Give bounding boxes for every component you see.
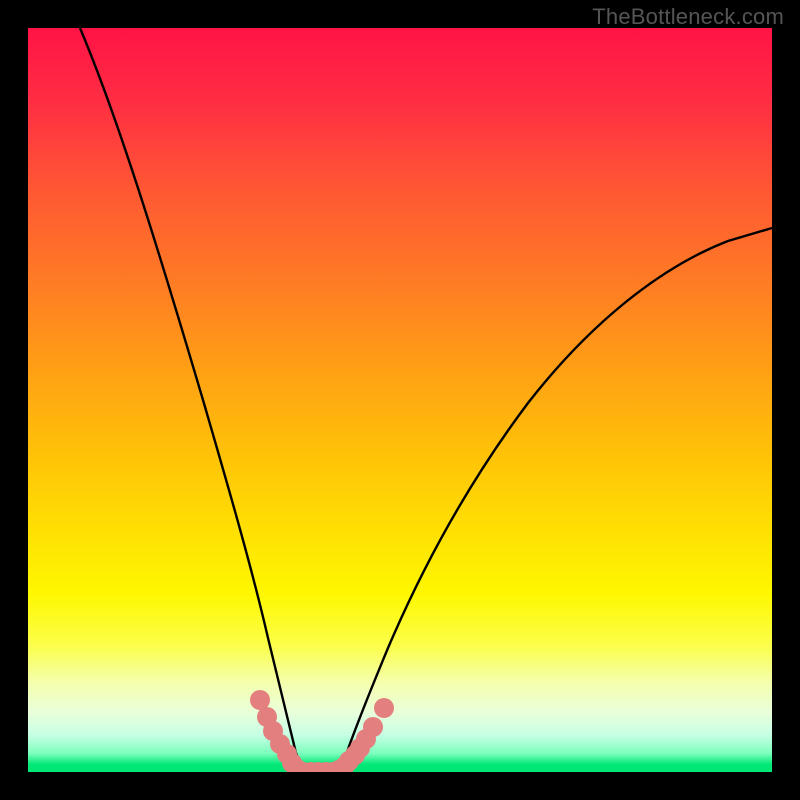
right-curve bbox=[340, 228, 772, 772]
curves-svg bbox=[28, 28, 772, 772]
left-markers bbox=[250, 690, 307, 772]
plot-area bbox=[28, 28, 772, 772]
watermark: TheBottleneck.com bbox=[592, 4, 784, 30]
chart-frame: TheBottleneck.com bbox=[0, 0, 800, 800]
left-curve bbox=[80, 28, 303, 772]
right-markers bbox=[329, 698, 394, 772]
